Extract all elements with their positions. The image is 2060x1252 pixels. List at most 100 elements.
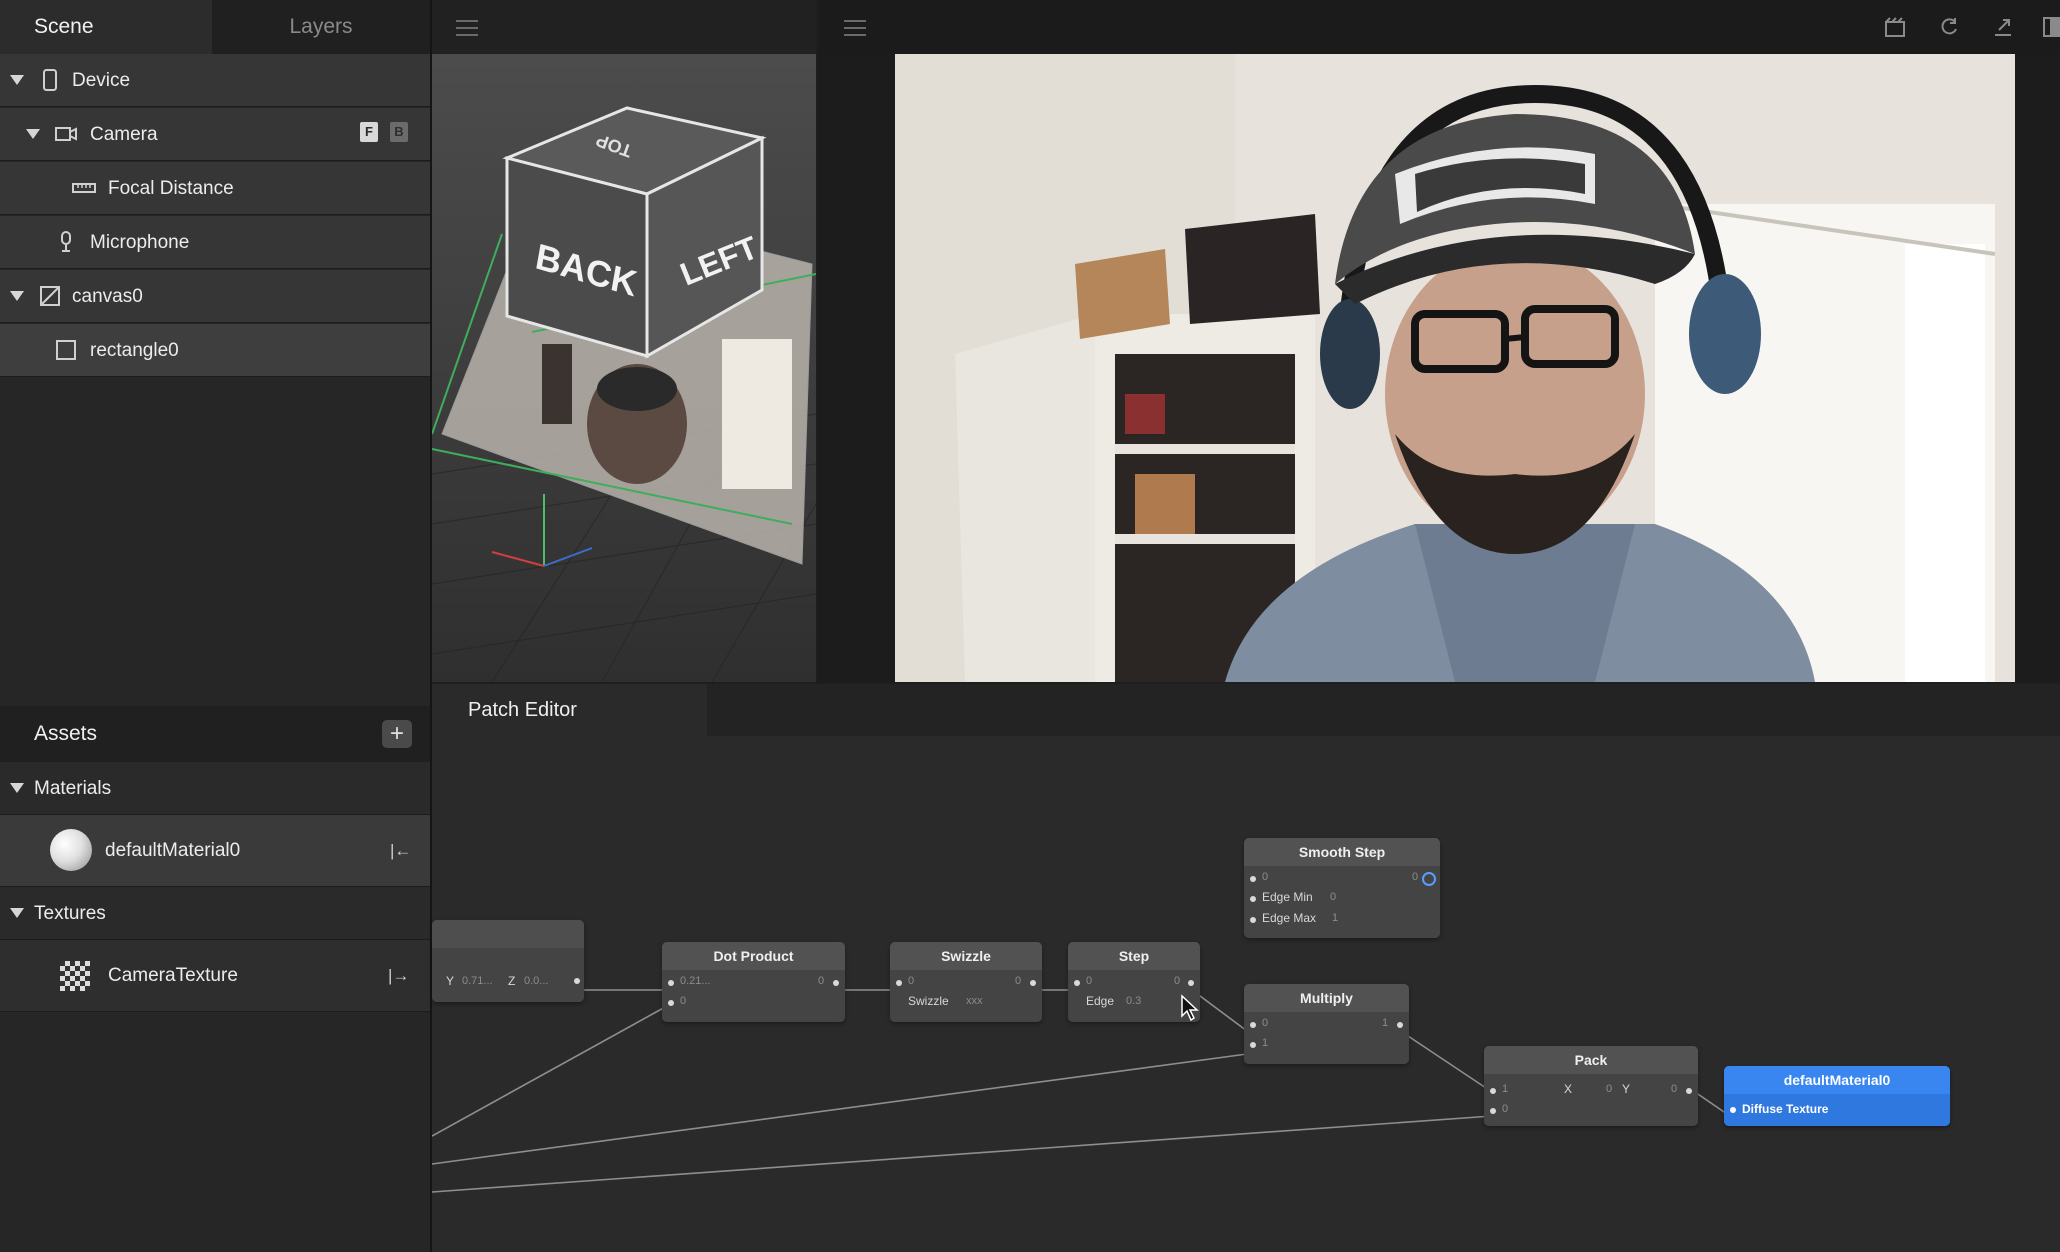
- material-sphere-icon: [50, 829, 92, 871]
- port-value: 1: [1262, 1037, 1269, 1049]
- add-asset-button[interactable]: +: [382, 720, 412, 748]
- port-value: 0: [1671, 1083, 1678, 1095]
- rectangle-icon: [56, 340, 76, 360]
- scene-item-device[interactable]: Device: [0, 54, 430, 107]
- patch-editor-title: Patch Editor: [468, 699, 577, 721]
- panel-toggle-icon[interactable]: [2042, 16, 2060, 38]
- node-title: Dot Product: [662, 942, 845, 970]
- port-value: 0: [1262, 871, 1269, 883]
- input-port[interactable]: [668, 1000, 674, 1006]
- tab-patch-editor[interactable]: Patch Editor: [432, 684, 707, 736]
- patch-node-pack[interactable]: Pack 1 0 X 0 Y 0: [1484, 1046, 1698, 1126]
- input-port[interactable]: [668, 980, 674, 986]
- asset-item-camera-texture[interactable]: CameraTexture |→: [0, 940, 430, 1012]
- node-title: Multiply: [1244, 984, 1409, 1012]
- patch-editor-canvas[interactable]: Y 0.71... Z 0.0... Dot Product 0.21... 0…: [432, 736, 2060, 1252]
- assets-materials-group[interactable]: Materials: [0, 762, 430, 815]
- port-value: 1: [1502, 1083, 1509, 1095]
- node-title: Step: [1068, 942, 1200, 970]
- back-camera-flag[interactable]: B: [390, 122, 408, 142]
- output-port-active[interactable]: [1422, 872, 1436, 886]
- input-port[interactable]: [1490, 1108, 1496, 1114]
- patch-node-default-material[interactable]: defaultMaterial0 Diffuse Texture: [1724, 1066, 1950, 1126]
- output-port[interactable]: [1686, 1088, 1692, 1094]
- node-title: defaultMaterial0: [1724, 1066, 1950, 1094]
- input-port[interactable]: [896, 980, 902, 986]
- port-label: X: [1564, 1082, 1573, 1096]
- viewport-menu-icon[interactable]: [456, 20, 478, 36]
- port-value: 0: [1015, 975, 1022, 987]
- texture-link-icon[interactable]: |→: [388, 940, 409, 1012]
- expand-triangle-icon[interactable]: [10, 291, 24, 301]
- patch-node-multiply[interactable]: Multiply 0 1 1: [1244, 984, 1409, 1064]
- patch-node-vector[interactable]: Y 0.71... Z 0.0...: [432, 920, 584, 1002]
- port-label: Y: [1622, 1082, 1631, 1096]
- input-port[interactable]: [1074, 980, 1080, 986]
- port-value: 0: [680, 995, 687, 1007]
- group-label: Textures: [34, 903, 106, 924]
- scene-item-rectangle0[interactable]: rectangle0: [0, 324, 430, 377]
- camera-preview[interactable]: [895, 54, 2015, 682]
- asset-item-default-material[interactable]: defaultMaterial0 |←: [0, 815, 430, 887]
- scene-item-focal-distance[interactable]: Focal Distance: [0, 162, 430, 215]
- port-value: 0: [1606, 1083, 1613, 1095]
- scene-item-camera[interactable]: Camera F B: [0, 108, 430, 161]
- port-label: Edge: [1086, 994, 1115, 1008]
- camera-icon: [55, 127, 77, 141]
- simulator-toolbar: [818, 0, 2060, 54]
- patch-node-smooth-step[interactable]: Smooth Step 0 Edge Min 0 Edge Max 1 0: [1244, 838, 1440, 938]
- output-port[interactable]: [1030, 980, 1036, 986]
- tab-scene[interactable]: Scene: [0, 0, 212, 54]
- port-label: Edge Max: [1262, 911, 1317, 925]
- expand-triangle-icon[interactable]: [10, 908, 24, 918]
- scene-item-canvas0[interactable]: canvas0: [0, 270, 430, 323]
- assets-header: Assets +: [0, 706, 430, 762]
- asset-item-label: defaultMaterial0: [105, 840, 241, 861]
- expand-triangle-icon[interactable]: [10, 75, 24, 85]
- port-value: 0.71...: [462, 975, 493, 987]
- port-label: Z: [508, 974, 516, 988]
- viewport-toolbar: [432, 0, 816, 54]
- port-value: 0: [1262, 1017, 1269, 1029]
- port-value: 0: [818, 975, 825, 987]
- port-value: 0: [1086, 975, 1093, 987]
- input-port[interactable]: [1250, 1022, 1256, 1028]
- checker-texture-icon: [60, 961, 90, 991]
- front-camera-flag[interactable]: F: [360, 122, 378, 142]
- port-value: xxx: [966, 995, 983, 1007]
- patch-node-swizzle[interactable]: Swizzle 0 Swizzle xxx 0: [890, 942, 1042, 1022]
- output-port[interactable]: [1397, 1022, 1403, 1028]
- input-port[interactable]: [1730, 1107, 1736, 1113]
- output-port[interactable]: [833, 980, 839, 986]
- port-label: Diffuse Texture: [1742, 1102, 1829, 1116]
- assets-textures-group[interactable]: Textures: [0, 887, 430, 940]
- input-port[interactable]: [1250, 917, 1256, 923]
- scene-item-microphone[interactable]: Microphone: [0, 216, 430, 269]
- output-port[interactable]: [574, 978, 580, 984]
- export-icon[interactable]: [1992, 16, 2014, 38]
- simulator-menu-icon[interactable]: [844, 20, 866, 36]
- input-port[interactable]: [1250, 1042, 1256, 1048]
- output-port[interactable]: [1188, 980, 1194, 986]
- input-port[interactable]: [1490, 1088, 1496, 1094]
- tab-layers[interactable]: Layers: [212, 0, 430, 54]
- expand-triangle-icon[interactable]: [10, 783, 24, 793]
- clapperboard-icon[interactable]: [1884, 16, 1906, 38]
- group-label: Materials: [34, 778, 112, 799]
- expand-triangle-icon[interactable]: [26, 129, 40, 139]
- input-port[interactable]: [1250, 896, 1256, 902]
- refresh-icon[interactable]: [1938, 16, 1960, 38]
- material-link-icon[interactable]: |←: [390, 815, 411, 887]
- assets-title: Assets: [34, 722, 98, 745]
- port-label: Edge Min: [1262, 890, 1313, 904]
- scene-viewport[interactable]: TOP BACK LEFT: [432, 54, 816, 682]
- phone-icon: [43, 69, 57, 91]
- input-port[interactable]: [1250, 876, 1256, 882]
- asset-item-label: CameraTexture: [108, 965, 238, 986]
- node-title: Swizzle: [890, 942, 1042, 970]
- scene-item-label: Device: [72, 70, 131, 91]
- patch-node-dot-product[interactable]: Dot Product 0.21... 0 0: [662, 942, 845, 1022]
- scene-item-label: Camera: [90, 124, 158, 145]
- scene-sidebar: Scene Layers Device Camera F B Focal Dis…: [0, 0, 432, 1252]
- port-value: 1: [1332, 912, 1339, 924]
